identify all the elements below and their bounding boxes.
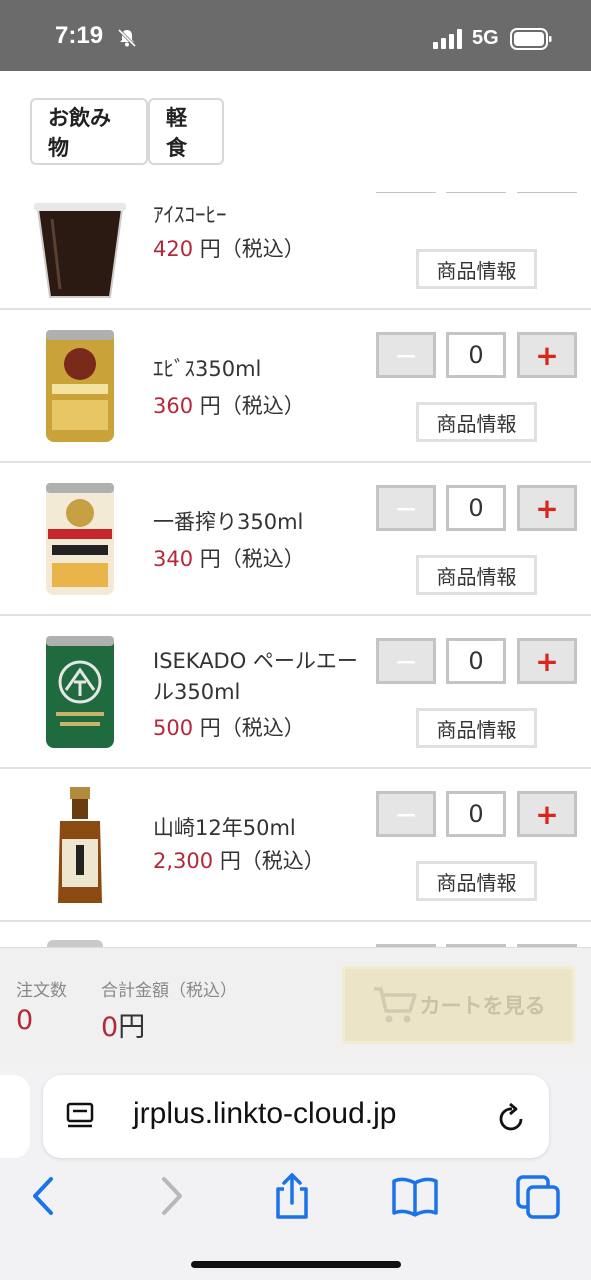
forward-icon[interactable] xyxy=(145,1173,195,1219)
increase-button[interactable]: + xyxy=(517,638,577,684)
bell-muted-icon xyxy=(117,28,137,48)
product-info-button[interactable]: 商品情報 xyxy=(416,249,537,289)
increase-button[interactable]: + xyxy=(517,485,577,531)
bookmarks-icon[interactable] xyxy=(390,1173,440,1219)
view-cart-button[interactable]: カートを見る xyxy=(342,966,575,1044)
product-price: 340 円（税込） xyxy=(153,543,305,573)
quantity-stepper: − 0 + xyxy=(376,485,578,531)
quantity-field[interactable]: 0 xyxy=(446,332,506,378)
price-value: 340 xyxy=(153,547,194,571)
decrease-button[interactable]: − xyxy=(376,192,436,193)
address-bar[interactable]: jrplus.linkto-cloud.jp xyxy=(43,1075,549,1158)
decrease-button[interactable]: − xyxy=(376,332,436,378)
category-tabs: お飲み物 軽食 xyxy=(30,98,224,165)
quantity-stepper: − 0 + xyxy=(376,791,578,837)
price-unit: 円（税込） xyxy=(199,237,305,261)
increase-button[interactable]: + xyxy=(517,791,577,837)
reload-icon[interactable] xyxy=(497,1101,527,1133)
product-price: 360 円（税込） xyxy=(153,390,305,420)
total-unit: 円 xyxy=(118,1012,146,1043)
url-text: jrplus.linkto-cloud.jp xyxy=(133,1097,397,1130)
list-item: ISEKADO ペールエール350ml 500 円（税込） − 0 + 商品情報 xyxy=(0,616,591,769)
status-bar: 7:19 5G xyxy=(0,0,591,71)
view-cart-label: カートを見る xyxy=(419,994,546,1018)
quantity-stepper: − 0 + xyxy=(376,332,578,378)
total-value: 0 xyxy=(101,1012,119,1043)
order-count-value: 0 xyxy=(16,1005,34,1036)
list-item: ｱｲｽｺｰﾋｰ 420 円（税込） − 0 + 商品情報 xyxy=(0,192,591,310)
price-value: 2,300 xyxy=(153,849,214,873)
price-value: 420 xyxy=(153,237,194,261)
product-info-button[interactable]: 商品情報 xyxy=(416,708,537,748)
status-time: 7:19 xyxy=(55,22,104,49)
back-icon[interactable] xyxy=(20,1173,70,1219)
product-name: ISEKADO ペールエール350ml xyxy=(153,649,358,704)
reader-mode-icon[interactable] xyxy=(65,1101,95,1131)
quantity-stepper: − 0 + xyxy=(376,638,578,684)
product-name: ｱｲｽｺｰﾋｰ xyxy=(153,203,227,227)
network-type: 5G xyxy=(472,27,499,49)
quantity-field[interactable]: 0 xyxy=(446,638,506,684)
price-value: 500 xyxy=(153,716,194,740)
quantity-stepper: − 0 + xyxy=(376,192,578,193)
yebisu-can-icon xyxy=(46,330,114,442)
increase-button[interactable]: + xyxy=(517,332,577,378)
price-unit: 円（税込） xyxy=(199,547,305,571)
product-info-button[interactable]: 商品情報 xyxy=(416,402,537,442)
product-name: 山崎12年50ml xyxy=(153,816,296,840)
order-summary-bar: 注文数 0 合計金額（税込） 0円 カートを見る xyxy=(0,947,591,1063)
cart-icon xyxy=(373,987,417,1023)
increase-button[interactable]: + xyxy=(517,192,577,193)
total-label: 合計金額（税込） xyxy=(101,981,237,1001)
product-price: 500 円（税込） xyxy=(153,712,305,742)
total-amount: 0円 xyxy=(101,1005,145,1044)
kirin-can-icon xyxy=(46,483,114,595)
quantity-field[interactable]: 0 xyxy=(446,192,506,193)
quantity-field[interactable]: 0 xyxy=(446,485,506,531)
tabs-icon[interactable] xyxy=(514,1173,564,1219)
previous-tab-preview[interactable] xyxy=(0,1075,30,1158)
product-name: 一番搾り350ml xyxy=(153,510,304,534)
product-info-button[interactable]: 商品情報 xyxy=(416,555,537,595)
signal-icon xyxy=(433,29,462,49)
list-item xyxy=(0,922,591,947)
product-name: ｴﾋﾞｽ350ml xyxy=(153,357,262,381)
tab-snacks[interactable]: 軽食 xyxy=(148,98,224,165)
can-top-icon xyxy=(47,940,103,947)
product-price: 2,300 円（税込） xyxy=(153,845,325,875)
list-item: 一番搾り350ml 340 円（税込） − 0 + 商品情報 xyxy=(0,463,591,616)
price-unit: 円（税込） xyxy=(219,849,325,873)
order-count-label: 注文数 xyxy=(16,981,67,1001)
list-item: 山崎12年50ml 2,300 円（税込） − 0 + 商品情報 xyxy=(0,769,591,922)
product-info-button[interactable]: 商品情報 xyxy=(416,861,537,901)
decrease-button[interactable]: − xyxy=(376,638,436,684)
battery-icon xyxy=(510,28,552,50)
decrease-button[interactable]: − xyxy=(376,485,436,531)
product-list[interactable]: ｱｲｽｺｰﾋｰ 420 円（税込） − 0 + 商品情報 ｴﾋﾞｽ350ml 3… xyxy=(0,192,591,947)
browser-chrome: jrplus.linkto-cloud.jp xyxy=(0,1063,591,1280)
price-unit: 円（税込） xyxy=(199,716,305,740)
decrease-button[interactable]: − xyxy=(376,791,436,837)
price-value: 360 xyxy=(153,394,194,418)
iced-coffee-icon xyxy=(34,203,126,298)
isekado-can-icon xyxy=(46,636,114,748)
tab-drinks[interactable]: お飲み物 xyxy=(30,98,148,165)
price-unit: 円（税込） xyxy=(199,394,305,418)
share-icon[interactable] xyxy=(267,1173,317,1219)
home-indicator xyxy=(191,1261,401,1268)
product-price: 420 円（税込） xyxy=(153,233,305,263)
list-item: ｴﾋﾞｽ350ml 360 円（税込） − 0 + 商品情報 xyxy=(0,310,591,463)
quantity-field[interactable]: 0 xyxy=(446,791,506,837)
whisky-bottle-icon xyxy=(58,787,102,903)
